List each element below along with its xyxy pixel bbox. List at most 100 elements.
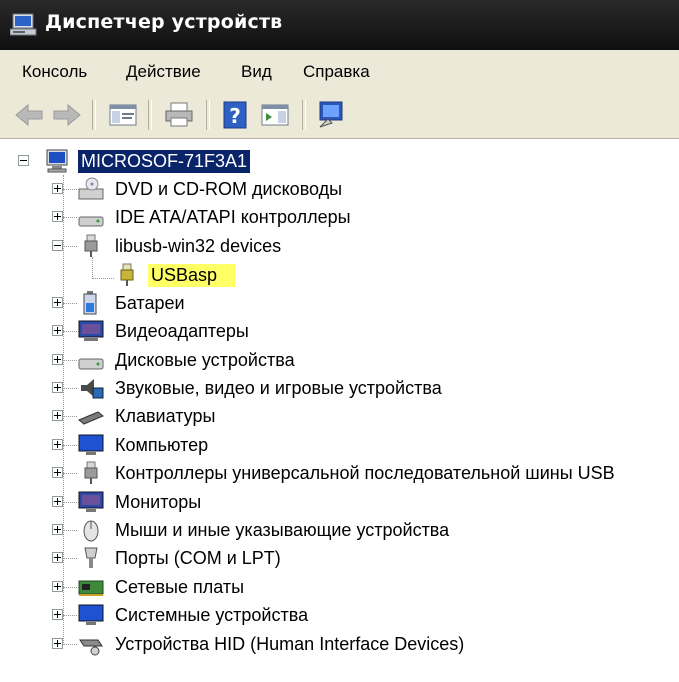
tree-connector [63, 360, 77, 362]
display-adapter-icon [78, 320, 104, 341]
tree-item-label: IDE ATA/ATAPI контроллеры [115, 206, 351, 227]
tree-connector [63, 558, 77, 560]
tree-connector [63, 303, 77, 305]
expand-sound-toggle[interactable] [52, 382, 63, 393]
expand-network-toggle[interactable] [52, 581, 63, 592]
expand-ports-toggle[interactable] [52, 552, 63, 563]
tree-connector [63, 615, 77, 617]
tree-connector [63, 189, 77, 191]
toolbar-separator [302, 100, 306, 130]
tree-item-keyboard[interactable]: Клавиатуры [78, 402, 218, 430]
toolbar-separator [92, 100, 96, 130]
tree-connector [63, 217, 77, 219]
tree-connector [63, 502, 77, 504]
properties-icon[interactable] [258, 99, 292, 131]
expand-dvd-toggle[interactable] [52, 183, 63, 194]
tree-item-dvd[interactable]: DVD и CD-ROM дисководы [78, 175, 345, 203]
menu-console[interactable]: Консоль [22, 62, 87, 82]
tree-item-label: Мыши и иные указывающие устройства [115, 519, 450, 540]
svg-text:?: ? [229, 104, 241, 128]
menu-view[interactable]: Вид [241, 62, 272, 82]
expand-ide-toggle[interactable] [52, 211, 63, 222]
tree-item-video[interactable]: Видеоадаптеры [78, 317, 252, 345]
menu-help[interactable]: Справка [303, 62, 370, 82]
expand-video-toggle[interactable] [52, 325, 63, 336]
disk-drive-icon [78, 358, 104, 370]
tree-item-label: Сетевые платы [115, 576, 245, 597]
tree-connector [63, 331, 77, 333]
collapse-root-toggle[interactable] [18, 155, 29, 166]
ide-controller-icon [78, 216, 104, 227]
toolbar-separator [206, 100, 210, 130]
tree-item-battery[interactable]: Батареи [78, 289, 188, 317]
root-label: MICROSOF-71F3A1 [78, 149, 251, 173]
tree-item-system[interactable]: Системные устройства [78, 601, 311, 629]
tree-item-disk[interactable]: Дисковые устройства [78, 346, 298, 374]
tree-item-label: Звуковые, видео и игровые устройства [115, 377, 442, 398]
monitor-icon [78, 604, 104, 625]
tree-item-label: Мониторы [115, 491, 202, 512]
tree-item-monitors[interactable]: Мониторы [78, 488, 204, 516]
usb-plug-yellow-icon [120, 263, 134, 286]
monitor-icon [78, 434, 104, 455]
expand-disk-toggle[interactable] [52, 354, 63, 365]
forward-arrow-icon[interactable] [50, 99, 84, 131]
console-tree-icon[interactable] [106, 99, 140, 131]
tree-item-sound[interactable]: Звуковые, видео и игровые устройства [78, 374, 445, 402]
tree-item-label: USBasp [148, 263, 236, 287]
tree-item-label: Дисковые устройства [115, 349, 295, 370]
tree-item-computer[interactable]: Компьютер [78, 431, 211, 459]
tree-connector [63, 530, 77, 532]
window-title: Диспетчер устройств [45, 11, 283, 33]
sound-icon [81, 379, 104, 399]
expand-monitors-toggle[interactable] [52, 496, 63, 507]
usb-plug-icon [84, 461, 98, 484]
expand-keyboard-toggle[interactable] [52, 410, 63, 421]
tree-root[interactable]: MICROSOF-71F3A1 [44, 147, 251, 175]
title-bar[interactable]: Диспетчер устройств [0, 0, 679, 50]
expand-computer-toggle[interactable] [52, 439, 63, 450]
tree-connector [63, 473, 77, 475]
print-icon[interactable] [162, 99, 196, 131]
expand-hid-toggle[interactable] [52, 638, 63, 649]
device-manager-icon [10, 13, 37, 36]
toolbar: ? [0, 92, 679, 139]
keyboard-icon [78, 411, 104, 425]
device-tree[interactable]: MICROSOF-71F3A1 DVD и CD-ROM дисководы I… [0, 139, 679, 682]
back-arrow-icon[interactable] [12, 99, 46, 131]
expand-battery-toggle[interactable] [52, 297, 63, 308]
tree-item-ports[interactable]: Порты (COM и LPT) [78, 544, 284, 572]
expand-usb-toggle[interactable] [52, 467, 63, 478]
tree-item-network[interactable]: Сетевые платы [78, 573, 247, 601]
tree-item-label: Устройства HID (Human Interface Devices) [115, 633, 465, 654]
cdrom-icon [78, 177, 104, 200]
toolbar-separator [148, 100, 152, 130]
tree-item-label: DVD и CD-ROM дисководы [115, 178, 343, 199]
tree-item-label: Порты (COM и LPT) [115, 547, 281, 568]
computer-icon [46, 149, 68, 173]
menu-bar: Консоль Действие Вид Справка [0, 50, 679, 93]
tree-item-label: Видеоадаптеры [115, 320, 249, 341]
tree-connector [63, 445, 77, 447]
battery-icon [83, 291, 97, 315]
tree-item-usb[interactable]: Контроллеры универсальной последовательн… [78, 459, 618, 487]
expand-mouse-toggle[interactable] [52, 524, 63, 535]
tree-item-hid[interactable]: Устройства HID (Human Interface Devices) [78, 630, 467, 658]
tree-item-label: Компьютер [115, 434, 209, 455]
hid-icon [79, 639, 103, 656]
tree-item-libusb[interactable]: libusb-win32 devices [78, 232, 284, 260]
help-icon[interactable]: ? [218, 99, 252, 131]
menu-action[interactable]: Действие [126, 62, 201, 82]
tree-item-label: Системные устройства [115, 604, 309, 625]
scan-hardware-icon[interactable] [314, 99, 348, 131]
tree-item-ide[interactable]: IDE ATA/ATAPI контроллеры [78, 203, 354, 231]
usb-plug-icon [84, 234, 98, 257]
port-icon [84, 547, 98, 568]
tree-item-mouse[interactable]: Мыши и иные указывающие устройства [78, 516, 452, 544]
tree-item-usbasp[interactable]: USBasp [114, 261, 236, 289]
network-card-icon [78, 580, 104, 596]
monitor-icon [78, 491, 104, 512]
tree-connector [63, 388, 77, 390]
expand-system-toggle[interactable] [52, 609, 63, 620]
collapse-libusb-toggle[interactable] [52, 240, 63, 251]
